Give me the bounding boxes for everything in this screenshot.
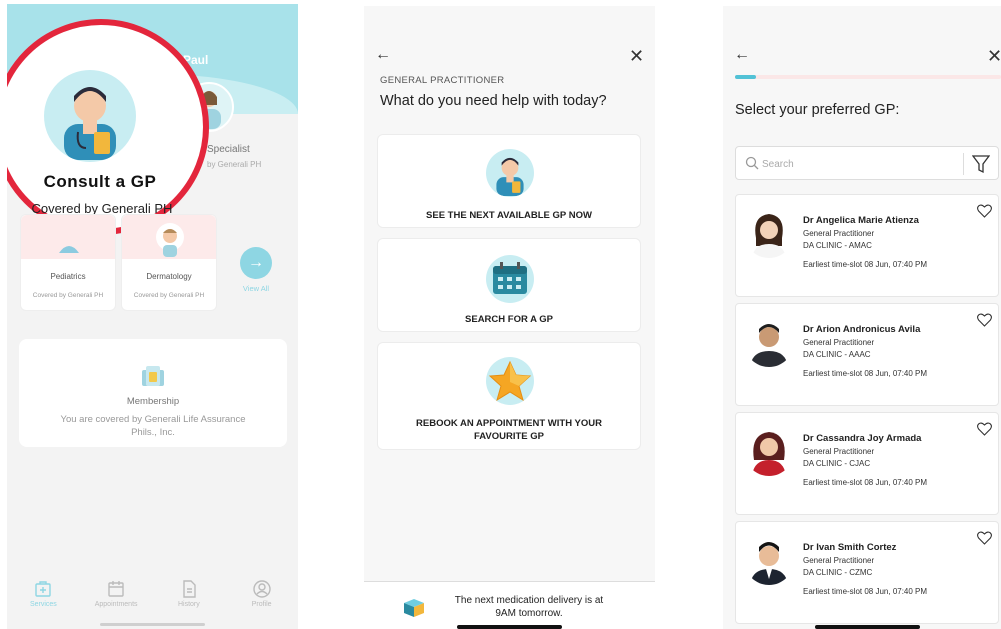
home-indicator: [100, 623, 205, 626]
doctor-role: General Practitioner: [803, 556, 875, 565]
membership-icon: [142, 366, 164, 386]
gp-avatar: [44, 70, 136, 162]
banner-text: The next medication delivery is at 9AM t…: [454, 595, 604, 619]
medication-delivery-banner[interactable]: The next medication delivery is at 9AM t…: [364, 581, 655, 629]
page-title: What do you need help with today?: [380, 93, 607, 109]
calendar-icon: [486, 255, 534, 303]
view-all-label[interactable]: View All: [236, 284, 276, 293]
earliest-slot: Earliest time-slot 08 Jun, 07:40 PM: [803, 478, 928, 487]
dermatology-icon: [156, 223, 184, 257]
profile-icon: [252, 580, 271, 598]
nav-label: Profile: [251, 601, 272, 608]
option-label: REBOOK AN APPOINTMENT WITH YOUR FAVOURIT…: [416, 418, 602, 442]
nav-label: History: [177, 601, 200, 608]
card-label: Pediatrics: [50, 272, 86, 281]
search-input[interactable]: [762, 155, 952, 173]
doctor-clinic: DA CLINIC - CJAC: [803, 459, 871, 468]
home-indicator: [457, 625, 562, 629]
progress-fill: [735, 75, 757, 79]
nav-services[interactable]: Services: [13, 580, 73, 620]
arrow-right-icon: →: [248, 254, 264, 271]
services-screen: Paul Specialist by Generali PH Consult a…: [7, 4, 298, 629]
step-progress-bar: [735, 75, 1001, 79]
doctor-name: Dr Angelica Marie Atienza: [803, 215, 919, 226]
home-indicator: [815, 625, 920, 629]
doctor-icon: [486, 149, 534, 197]
option-search-gp[interactable]: SEARCH FOR A GP: [377, 238, 641, 332]
service-card-pediatrics[interactable]: Pediatrics Covered by Generali PH: [20, 214, 116, 311]
membership-card[interactable]: Membership You are covered by Generali L…: [19, 339, 287, 447]
doctor-name: Dr Cassandra Joy Armada: [803, 433, 922, 444]
card-subtitle: Covered by Generali PH: [32, 292, 104, 299]
star-icon: [486, 357, 534, 405]
doctor-card[interactable]: Dr Angelica Marie Atienza General Practi…: [735, 194, 999, 297]
view-all-button[interactable]: →: [240, 247, 272, 279]
card-subtitle: Covered by Generali PH: [133, 292, 205, 299]
doctor-photo: [744, 535, 794, 585]
nav-appointments[interactable]: Appointments: [86, 580, 146, 620]
card-header: [21, 215, 115, 259]
option-label: SEE THE NEXT AVAILABLE GP NOW: [426, 210, 592, 221]
doctor-role: General Practitioner: [803, 229, 875, 238]
help-screen: ← ✕ GENERAL PRACTITIONER What do you nee…: [364, 6, 655, 629]
specialist-title[interactable]: Specialist: [207, 144, 250, 155]
calendar-icon: [108, 581, 124, 597]
nav-label: Appointments: [94, 601, 138, 608]
card-label: Dermatology: [146, 272, 192, 281]
close-icon[interactable]: ✕: [629, 46, 644, 67]
select-gp-screen: ← ✕ Select your preferred GP: Dr Angelic…: [723, 6, 1001, 629]
consult-gp-title: Consult a GP: [43, 172, 157, 191]
card-header: [122, 215, 216, 259]
heart-icon[interactable]: [977, 313, 992, 327]
doctor-role: General Practitioner: [803, 338, 875, 347]
heart-icon[interactable]: [977, 531, 992, 545]
delivery-box-icon: [404, 599, 424, 617]
specialist-subtitle: by Generali PH: [207, 160, 262, 169]
doctor-name: Dr Ivan Smith Cortez: [803, 542, 897, 553]
doctor-icon: [64, 87, 116, 160]
search-icon: [745, 156, 759, 170]
services-icon: [35, 581, 52, 597]
back-arrow-icon[interactable]: ←: [375, 46, 391, 64]
doctor-name: Dr Arion Andronicus Avila: [803, 324, 921, 335]
earliest-slot: Earliest time-slot 08 Jun, 07:40 PM: [803, 260, 928, 269]
doctor-role: General Practitioner: [803, 447, 875, 456]
doctor-clinic: DA CLINIC - AMAC: [803, 241, 872, 250]
section-eyebrow: GENERAL PRACTITIONER: [380, 75, 505, 86]
doctor-clinic: DA CLINIC - CZMC: [803, 568, 873, 577]
doctor-card[interactable]: Dr Arion Andronicus Avila General Practi…: [735, 303, 999, 406]
page-title: Select your preferred GP:: [735, 102, 900, 118]
doctor-photo: [744, 426, 794, 476]
doctor-card[interactable]: Dr Ivan Smith Cortez General Practitione…: [735, 521, 999, 624]
nav-history[interactable]: History: [159, 580, 219, 620]
option-label: SEARCH FOR A GP: [465, 314, 553, 325]
history-icon: [183, 580, 196, 598]
filter-icon[interactable]: [972, 154, 990, 174]
doctor-card[interactable]: Dr Cassandra Joy Armada General Practiti…: [735, 412, 999, 515]
close-icon[interactable]: ✕: [987, 46, 1001, 67]
service-card-dermatology[interactable]: Dermatology Covered by Generali PH: [121, 214, 217, 311]
consult-gp-highlight[interactable]: Consult a GP Covered by Generali PH: [7, 19, 209, 235]
back-arrow-icon[interactable]: ←: [734, 46, 750, 64]
membership-description: You are covered by Generali Life Assuran…: [60, 414, 246, 438]
membership-title: Membership: [126, 396, 180, 407]
divider: [963, 153, 964, 175]
search-bar: [735, 146, 999, 180]
option-next-available-gp[interactable]: SEE THE NEXT AVAILABLE GP NOW: [377, 134, 641, 228]
option-rebook-favourite-gp[interactable]: REBOOK AN APPOINTMENT WITH YOUR FAVOURIT…: [377, 342, 641, 450]
bottom-nav: Services Appointments History Profile: [7, 580, 298, 620]
doctor-photo: [744, 208, 794, 258]
doctor-photo: [744, 317, 794, 367]
heart-icon[interactable]: [977, 204, 992, 218]
earliest-slot: Earliest time-slot 08 Jun, 07:40 PM: [803, 369, 928, 378]
nav-profile[interactable]: Profile: [232, 580, 292, 620]
earliest-slot: Earliest time-slot 08 Jun, 07:40 PM: [803, 587, 928, 596]
heart-icon[interactable]: [977, 422, 992, 436]
nav-label: Services: [29, 601, 57, 608]
doctor-clinic: DA CLINIC - AAAC: [803, 350, 871, 359]
pediatrics-icon: [59, 246, 79, 253]
